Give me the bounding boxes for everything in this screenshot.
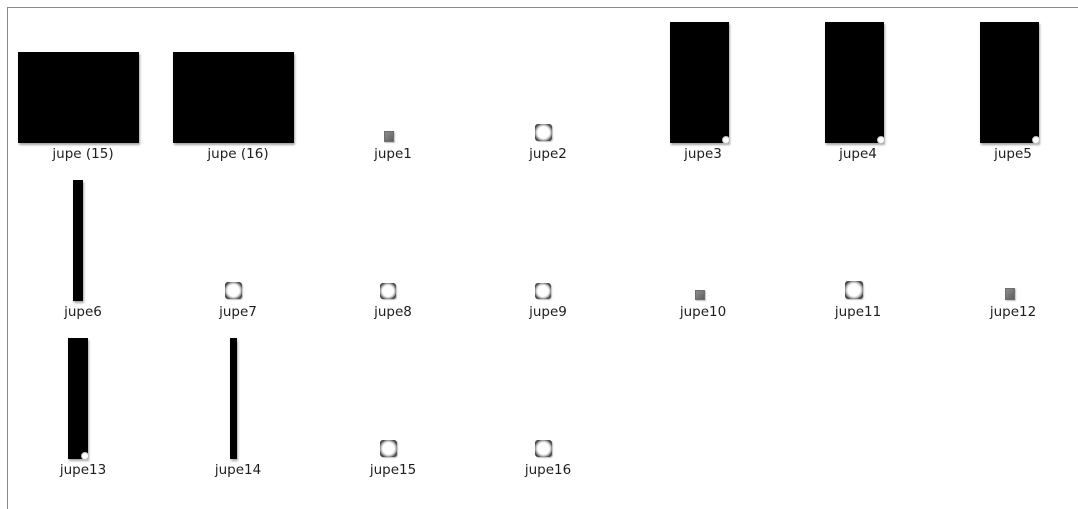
file-name-label: jupe4	[839, 146, 877, 162]
file-thumbnail	[163, 8, 313, 144]
image-thumbnail-icon	[68, 338, 89, 460]
file-item-jupe5[interactable]: jupe5	[938, 8, 1078, 162]
file-thumbnail	[318, 324, 468, 460]
file-name-label: jupe3	[684, 146, 722, 162]
image-thumbnail-icon	[845, 281, 863, 299]
image-thumbnail-icon	[1005, 288, 1015, 300]
file-name-label: jupe6	[64, 304, 102, 320]
file-thumbnail	[163, 324, 313, 460]
file-item-jupe13[interactable]: jupe13	[8, 324, 158, 478]
image-thumbnail-icon	[230, 338, 237, 459]
image-thumbnail-icon	[825, 22, 885, 144]
file-item-jupe10[interactable]: jupe10	[628, 166, 778, 320]
file-item-jupe4[interactable]: jupe4	[783, 8, 933, 162]
file-thumbnail	[8, 324, 158, 460]
image-thumbnail-icon	[18, 52, 139, 143]
file-thumbnail	[318, 8, 468, 144]
image-thumbnail-icon	[535, 440, 552, 457]
file-name-label: jupe13	[59, 462, 107, 478]
file-item-jupe2[interactable]: jupe2	[473, 8, 623, 162]
file-item-jupe1[interactable]: jupe1	[318, 8, 468, 162]
image-thumbnail-icon	[695, 290, 705, 300]
file-icon-grid: jupe (15) jupe (16) jupe1 jupe2 jupe3 ju…	[7, 7, 1078, 509]
file-name-label: jupe (15)	[52, 146, 114, 162]
file-item-jupe16[interactable]: jupe16	[473, 324, 623, 478]
image-thumbnail-icon	[380, 440, 397, 457]
file-item-jupe11[interactable]: jupe11	[783, 166, 933, 320]
file-item-jupe14[interactable]: jupe14	[163, 324, 313, 478]
image-thumbnail-icon	[73, 180, 83, 301]
image-thumbnail-icon	[173, 52, 294, 143]
file-name-label: jupe16	[524, 462, 572, 478]
file-item-jupe3[interactable]: jupe3	[628, 8, 778, 162]
image-thumbnail-icon	[535, 283, 551, 299]
image-thumbnail-icon	[535, 124, 552, 141]
file-thumbnail	[628, 166, 778, 302]
file-name-label: jupe7	[219, 304, 257, 320]
file-name-label: jupe1	[374, 146, 412, 162]
file-name-label: jupe14	[214, 462, 262, 478]
file-item-jupe-16[interactable]: jupe (16)	[163, 8, 313, 162]
file-thumbnail	[8, 8, 158, 144]
image-thumbnail-icon	[384, 131, 394, 142]
file-thumbnail	[783, 166, 933, 302]
file-item-jupe7[interactable]: jupe7	[163, 166, 313, 320]
file-name-label: jupe12	[989, 304, 1037, 320]
file-thumbnail	[473, 8, 623, 144]
file-thumbnail	[783, 8, 933, 144]
file-name-label: jupe (16)	[207, 146, 269, 162]
file-name-label: jupe15	[369, 462, 417, 478]
file-thumbnail	[163, 166, 313, 302]
file-name-label: jupe2	[529, 146, 567, 162]
file-name-label: jupe11	[834, 304, 882, 320]
file-thumbnail	[473, 324, 623, 460]
file-item-jupe15[interactable]: jupe15	[318, 324, 468, 478]
image-thumbnail-icon	[380, 283, 396, 299]
file-item-jupe8[interactable]: jupe8	[318, 166, 468, 320]
file-item-jupe6[interactable]: jupe6	[8, 166, 158, 320]
file-item-jupe-15[interactable]: jupe (15)	[8, 8, 158, 162]
file-name-label: jupe8	[374, 304, 412, 320]
image-thumbnail-icon	[670, 22, 730, 144]
file-thumbnail	[473, 166, 623, 302]
file-thumbnail	[318, 166, 468, 302]
file-thumbnail	[938, 166, 1078, 302]
file-name-label: jupe5	[994, 146, 1032, 162]
file-name-label: jupe9	[529, 304, 567, 320]
image-thumbnail-icon	[225, 282, 242, 299]
file-item-jupe9[interactable]: jupe9	[473, 166, 623, 320]
file-thumbnail	[628, 8, 778, 144]
file-name-label: jupe10	[679, 304, 727, 320]
image-thumbnail-icon	[980, 22, 1040, 144]
file-thumbnail	[8, 166, 158, 302]
file-thumbnail	[938, 8, 1078, 144]
file-item-jupe12[interactable]: jupe12	[938, 166, 1078, 320]
